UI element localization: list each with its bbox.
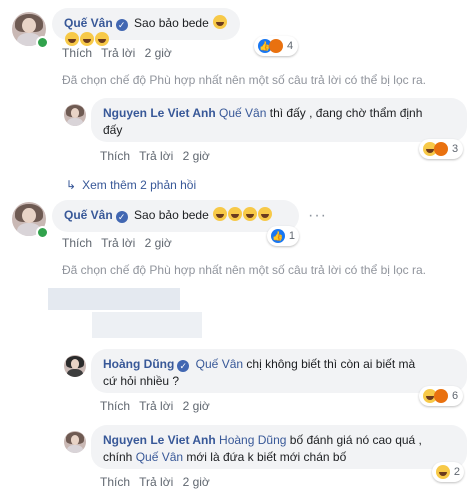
comment-text: Sao bảo bede: [134, 16, 209, 30]
angry-reaction-icon: [434, 142, 448, 156]
comment-text-line2: cứ hỏi nhiều ?: [103, 374, 180, 388]
reaction-count: 2: [453, 466, 460, 478]
angry-reaction-icon: [269, 39, 283, 53]
like-link[interactable]: Thích: [100, 399, 130, 413]
reply-bubble: Nguyen Le Viet Anh Hoàng Dũng bố đánh gi…: [91, 425, 467, 469]
haha-emoji-icon: [95, 32, 109, 46]
reply-link[interactable]: Trả lời: [101, 236, 135, 250]
reaction-summary[interactable]: 2: [432, 462, 464, 482]
like-link[interactable]: Thích: [100, 149, 130, 163]
mention-link[interactable]: Quế Vân: [196, 357, 243, 371]
reaction-summary[interactable]: 6: [419, 386, 463, 406]
avatar[interactable]: [64, 431, 86, 453]
comment-author[interactable]: Nguyen Le Viet Anh: [103, 433, 216, 447]
reply-bubble: Hoàng Dũng ✓ Quế Vân chị không biết thì c…: [91, 349, 467, 393]
comment-bubble: Quế Vân ✓ Sao bảo bede: [52, 8, 240, 46]
mention-link[interactable]: Quế Vân: [136, 450, 183, 464]
comment-text: bố đánh giá nó cao quá ,: [289, 433, 422, 447]
reply-link[interactable]: Trả lời: [139, 149, 173, 163]
reply-arrow-icon: ↳: [66, 178, 77, 192]
filter-notice: Đã chọn chế độ Phù hợp nhất nên một số c…: [62, 263, 426, 277]
like-reaction-icon: 👍: [271, 229, 285, 243]
comment-actions: Thích Trả lời 2 giờ: [100, 475, 216, 489]
reaction-count: 6: [452, 390, 459, 402]
verified-badge-icon: ✓: [177, 360, 190, 372]
verified-badge-icon: ✓: [115, 19, 128, 31]
comment-text: Sao bảo bede: [134, 208, 209, 222]
blurred-content: [92, 312, 202, 338]
comment-actions: Thích Trả lời 2 giờ: [100, 149, 216, 163]
comment-actions: Thích Trả lời 2 giờ: [62, 236, 178, 250]
comment-actions: Thích Trả lời 2 giờ: [100, 399, 216, 413]
like-link[interactable]: Thích: [62, 46, 92, 60]
filter-notice: Đã chọn chế độ Phù hợp nhất nên một số c…: [62, 73, 426, 87]
haha-emoji-icon: [65, 32, 79, 46]
timestamp[interactable]: 2 giờ: [145, 236, 172, 250]
comment-author[interactable]: Quế Vân: [64, 208, 113, 222]
reaction-summary[interactable]: 👍 1: [267, 226, 299, 246]
mention-link[interactable]: Quế Vân: [219, 106, 266, 120]
comment-text-line2: đấy: [103, 123, 123, 137]
haha-emoji-icon: [80, 32, 94, 46]
reaction-summary[interactable]: 3: [419, 139, 463, 159]
view-more-replies[interactable]: ↳ Xem thêm 2 phản hồi: [66, 178, 196, 192]
comment-author[interactable]: Nguyen Le Viet Anh: [103, 106, 216, 120]
verified-badge-icon: ✓: [115, 211, 128, 223]
comment-text: thì đấy , đang chờ thẩm định: [269, 106, 423, 120]
reply-link[interactable]: Trả lời: [139, 399, 173, 413]
comment-text-line2-pre: chính: [103, 450, 133, 464]
online-status-icon: [36, 226, 49, 239]
haha-emoji-icon: [213, 15, 228, 29]
reply-link[interactable]: Trả lời: [101, 46, 135, 60]
reaction-count: 4: [287, 40, 294, 52]
avatar[interactable]: [64, 104, 86, 126]
haha-emoji-icon: [258, 207, 273, 221]
angry-reaction-icon: [434, 389, 448, 403]
reaction-summary[interactable]: 👍 4: [254, 36, 298, 56]
timestamp[interactable]: 2 giờ: [183, 475, 210, 489]
comment-actions: Thích Trả lời 2 giờ: [62, 46, 178, 60]
comment-author[interactable]: Hoàng Dũng: [103, 357, 174, 371]
comment-author[interactable]: Quế Vân: [64, 16, 113, 30]
more-options-icon[interactable]: ···: [308, 207, 327, 225]
haha-emoji-icon: [213, 207, 228, 221]
comment-text: chị không biết thì còn ai biết mà: [246, 357, 416, 371]
mention-link[interactable]: Hoàng Dũng: [219, 433, 286, 447]
reply-bubble: Nguyen Le Viet Anh Quế Vân thì đấy , đan…: [91, 98, 467, 142]
like-link[interactable]: Thích: [62, 236, 92, 250]
timestamp[interactable]: 2 giờ: [183, 399, 210, 413]
reply-link[interactable]: Trả lời: [139, 475, 173, 489]
avatar[interactable]: [64, 355, 86, 377]
like-link[interactable]: Thích: [100, 475, 130, 489]
blurred-content: [48, 288, 180, 310]
online-status-icon: [36, 36, 49, 49]
timestamp[interactable]: 2 giờ: [183, 149, 210, 163]
timestamp[interactable]: 2 giờ: [145, 46, 172, 60]
comment-text-line2-post: mới là đứa k biết mới chán bố: [186, 450, 347, 464]
comment-bubble: Quế Vân ✓ Sao bảo bede: [52, 200, 299, 232]
haha-emoji-icon: [228, 207, 243, 221]
reaction-count: 1: [288, 230, 295, 242]
haha-reaction-icon: [436, 465, 450, 479]
view-more-label: Xem thêm 2 phản hồi: [82, 178, 197, 192]
haha-emoji-icon: [243, 207, 258, 221]
reaction-count: 3: [452, 143, 459, 155]
